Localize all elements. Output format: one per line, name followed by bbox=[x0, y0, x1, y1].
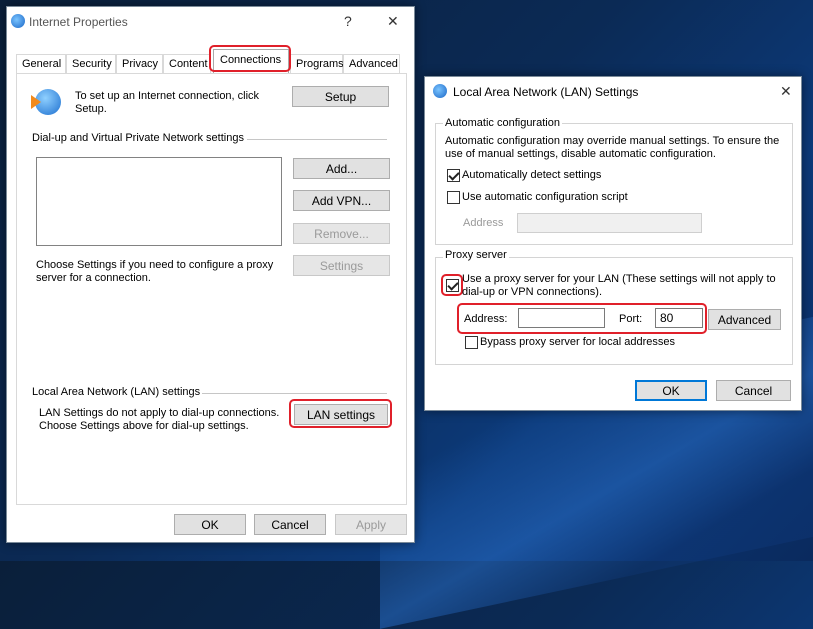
highlight-use-proxy bbox=[441, 274, 463, 296]
script-address-field[interactable] bbox=[517, 213, 702, 233]
ok-button[interactable]: OK bbox=[174, 514, 246, 535]
help-button[interactable]: ? bbox=[344, 13, 352, 29]
tab-advanced[interactable]: Advanced bbox=[343, 54, 400, 74]
tab-programs[interactable]: Programs bbox=[290, 54, 344, 74]
lan-divider bbox=[202, 393, 387, 394]
auto-detect-label[interactable]: Automatically detect settings bbox=[462, 169, 601, 181]
auto-detect-checkbox[interactable] bbox=[447, 169, 460, 182]
use-script-label[interactable]: Use automatic configuration script bbox=[462, 191, 628, 203]
lan-title-bar: Local Area Network (LAN) Settings ✕ bbox=[425, 77, 801, 107]
remove-button[interactable]: Remove... bbox=[293, 223, 390, 244]
dialup-divider bbox=[247, 139, 387, 140]
internet-globe-icon bbox=[11, 14, 25, 28]
lan-header: Local Area Network (LAN) settings bbox=[32, 386, 201, 398]
auto-config-text: Automatic configuration may override man… bbox=[445, 135, 780, 160]
cancel-button[interactable]: Cancel bbox=[254, 514, 326, 535]
window-title: Internet Properties bbox=[29, 15, 128, 29]
highlight-lan-settings bbox=[289, 399, 392, 428]
lan-text: LAN Settings do not apply to dial-up con… bbox=[39, 407, 280, 432]
arrow-icon bbox=[31, 95, 41, 109]
tab-general[interactable]: General bbox=[16, 54, 66, 74]
auto-config-header: Automatic configuration bbox=[443, 117, 562, 129]
use-proxy-label[interactable]: Use a proxy server for your LAN (These s… bbox=[462, 273, 787, 299]
settings-button[interactable]: Settings bbox=[293, 255, 390, 276]
network-globe-icon bbox=[31, 89, 61, 115]
close-icon[interactable]: ✕ bbox=[780, 83, 792, 100]
lan-settings-dialog: Local Area Network (LAN) Settings ✕ Auto… bbox=[424, 76, 802, 411]
add-button[interactable]: Add... bbox=[293, 158, 390, 179]
setup-text: To set up an Internet connection, click … bbox=[75, 90, 260, 115]
setup-button[interactable]: Setup bbox=[292, 86, 389, 107]
proxy-header: Proxy server bbox=[443, 249, 509, 261]
title-bar: Internet Properties ? ✕ bbox=[7, 7, 414, 37]
close-icon[interactable]: ✕ bbox=[387, 13, 399, 30]
internet-globe-icon bbox=[433, 84, 447, 98]
internet-properties-window: Internet Properties ? ✕ General Security… bbox=[6, 6, 415, 543]
advanced-button[interactable]: Advanced bbox=[708, 309, 781, 330]
bypass-label[interactable]: Bypass proxy server for local addresses bbox=[480, 336, 675, 348]
choose-settings-text: Choose Settings if you need to configure… bbox=[36, 259, 274, 284]
lan-cancel-button[interactable]: Cancel bbox=[716, 380, 791, 401]
use-script-checkbox[interactable] bbox=[447, 191, 460, 204]
tab-content[interactable]: Content bbox=[163, 54, 211, 74]
dialup-header: Dial-up and Virtual Private Network sett… bbox=[32, 132, 244, 144]
lan-ok-button[interactable]: OK bbox=[635, 380, 707, 401]
highlight-address-port bbox=[457, 303, 707, 334]
apply-button[interactable]: Apply bbox=[335, 514, 407, 535]
highlight-connections-tab bbox=[209, 45, 291, 72]
lan-dialog-title: Local Area Network (LAN) Settings bbox=[453, 85, 639, 99]
bypass-checkbox[interactable] bbox=[465, 336, 478, 349]
connections-list[interactable] bbox=[36, 157, 282, 246]
add-vpn-button[interactable]: Add VPN... bbox=[293, 190, 390, 211]
script-address-label: Address bbox=[463, 217, 504, 229]
tab-security[interactable]: Security bbox=[66, 54, 116, 74]
tab-privacy[interactable]: Privacy bbox=[116, 54, 163, 74]
